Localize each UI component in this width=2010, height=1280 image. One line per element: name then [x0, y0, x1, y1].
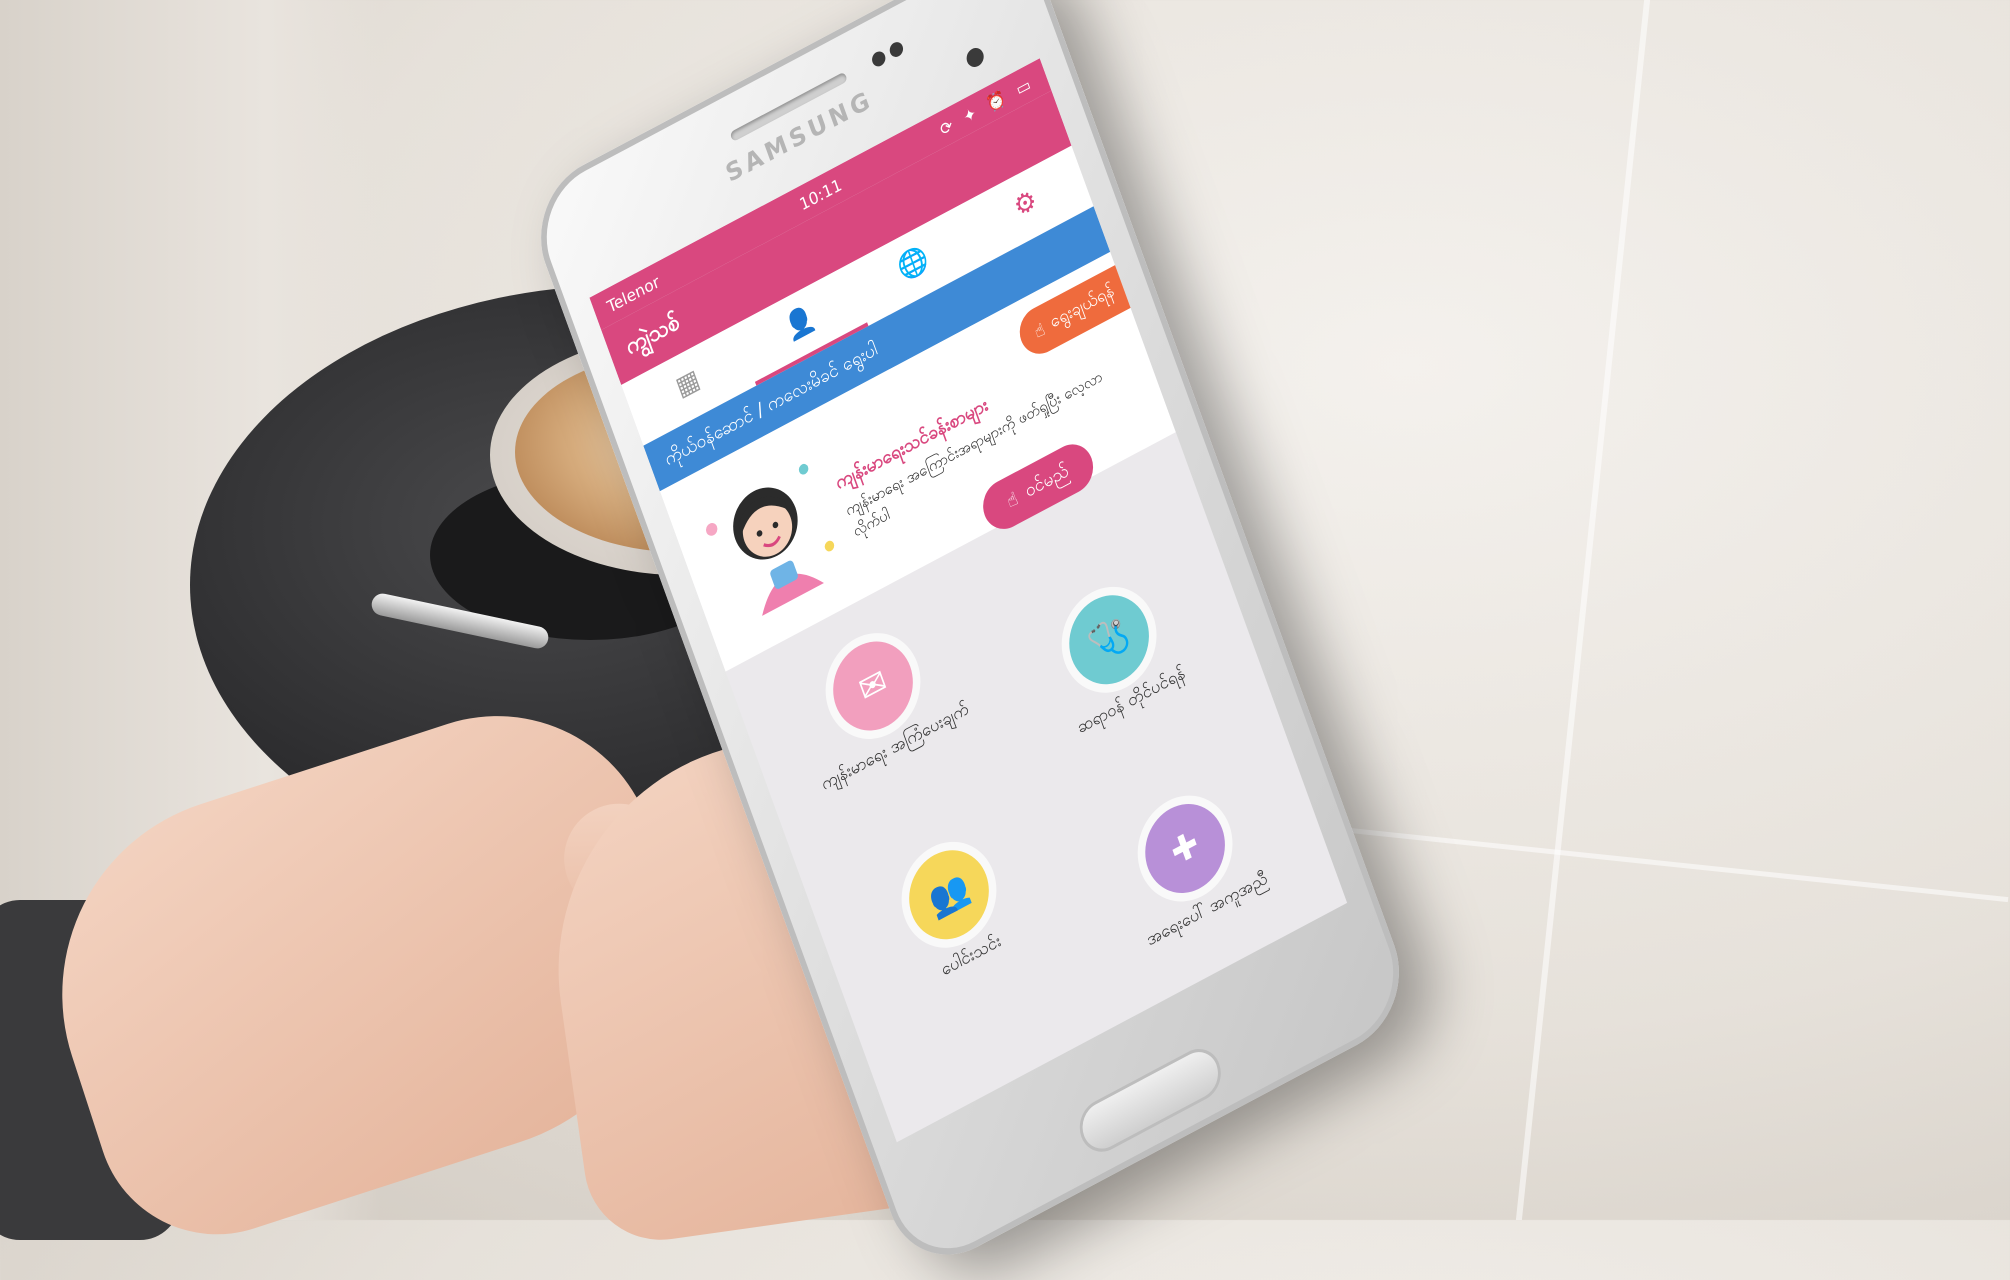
sensor-dot	[887, 39, 905, 60]
menu-doctor[interactable]: 🩺 ဆရာဝန် တိုင်ပင်ရန်	[1002, 551, 1228, 762]
hand-pointer-icon: ☝	[1031, 318, 1048, 343]
gear-icon: ⚙	[1010, 184, 1042, 224]
globe-icon: 🌐	[893, 241, 933, 286]
person-icon: 👤	[780, 301, 820, 346]
calendar-icon: ▦	[671, 363, 704, 404]
floor-tile-line	[1301, 822, 2009, 903]
menu-emergency[interactable]: ✚ အရေးပေါ် အကူအညီ	[1078, 759, 1304, 970]
choose-label: ရွေးချယ်ရန်	[1047, 280, 1117, 333]
home-button[interactable]	[1076, 1044, 1225, 1157]
floor-tile-line	[1515, 0, 1651, 1220]
hand-pointer-icon: ☝	[1004, 487, 1021, 513]
proximity-sensor	[870, 48, 888, 69]
menu-community[interactable]: 👥 ပေါင်းသင်း	[842, 806, 1068, 1017]
